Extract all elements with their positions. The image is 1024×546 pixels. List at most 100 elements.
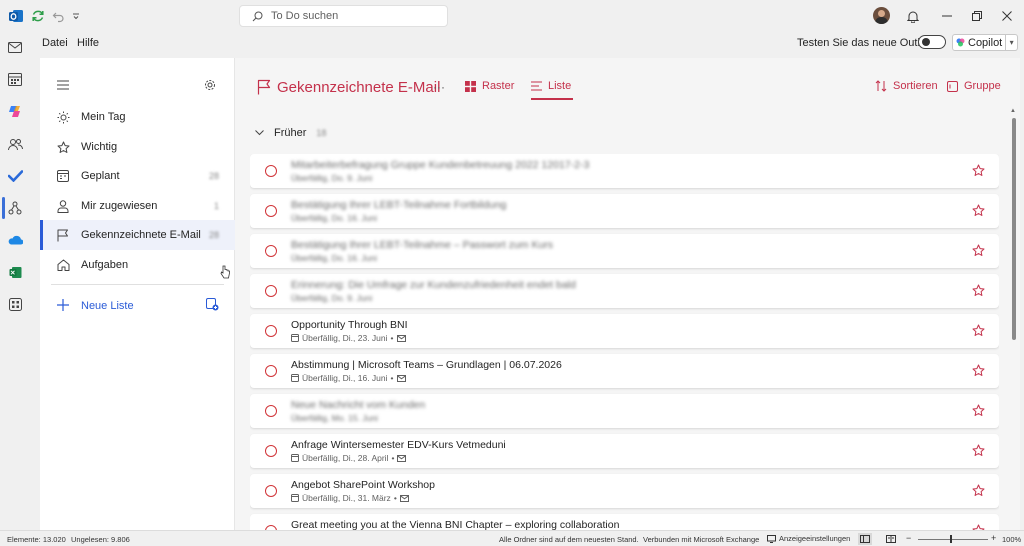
zoom-in-icon[interactable]: + xyxy=(991,533,996,543)
complete-task-checkbox[interactable] xyxy=(265,325,277,337)
outlook-logo-icon xyxy=(8,8,24,24)
task-due: Überfällig, Mo. 15. Juni xyxy=(291,413,378,423)
star-icon[interactable] xyxy=(972,244,985,257)
calendar-app-icon[interactable] xyxy=(7,71,23,87)
sidebar-item-geplant[interactable]: Geplant 28 xyxy=(40,161,235,191)
task-row[interactable]: Anfrage Wintersemester EDV-Kurs Vetmedun… xyxy=(250,434,999,468)
todo-sidebar: Mein Tag Wichtig Geplant 28 Mir zugewies… xyxy=(40,58,235,530)
new-group-icon[interactable] xyxy=(206,298,219,311)
star-icon[interactable] xyxy=(972,364,985,377)
copilot-dropdown-icon[interactable]: ▾ xyxy=(1005,35,1017,50)
zoom-out-icon[interactable]: − xyxy=(906,533,911,543)
copilot-app-icon[interactable] xyxy=(7,103,23,119)
sync-icon[interactable] xyxy=(30,8,46,24)
sidebar-item-mein-tag[interactable]: Mein Tag xyxy=(40,102,235,132)
complete-task-checkbox[interactable] xyxy=(265,245,277,257)
complete-task-checkbox[interactable] xyxy=(265,285,277,297)
list-flag-icon xyxy=(257,79,271,95)
more-options-button[interactable]: ··· xyxy=(433,80,445,94)
mail-icon[interactable] xyxy=(7,39,23,55)
quick-access-dropdown-icon[interactable] xyxy=(68,8,84,24)
settings-gear-icon[interactable] xyxy=(204,79,216,91)
new-outlook-toggle[interactable] xyxy=(918,35,946,49)
close-icon[interactable] xyxy=(1000,9,1014,23)
task-meta: Überfällig, Di., 31. März • xyxy=(291,493,409,503)
sidebar-item-aufgaben[interactable]: Aufgaben xyxy=(40,250,235,280)
complete-task-checkbox[interactable] xyxy=(265,445,277,457)
task-row[interactable]: Abstimmung | Microsoft Teams – Grundlage… xyxy=(250,354,999,388)
group-header-frueher[interactable]: Früher 18 xyxy=(255,127,326,139)
star-icon[interactable] xyxy=(972,484,985,497)
display-settings-button[interactable]: Anzeigeeinstellungen xyxy=(767,534,850,543)
sort-button[interactable]: Sortieren xyxy=(875,80,938,92)
star-icon[interactable] xyxy=(972,444,985,457)
search-input[interactable]: To Do suchen xyxy=(239,5,448,27)
task-meta: Überfällig, Di., 16. Juni • xyxy=(291,373,406,383)
complete-task-checkbox[interactable] xyxy=(265,485,277,497)
star-icon[interactable] xyxy=(972,164,985,177)
task-row[interactable]: Angebot SharePoint Workshop Überfällig, … xyxy=(250,474,999,508)
more-apps-icon[interactable] xyxy=(7,296,23,312)
hamburger-menu-icon[interactable] xyxy=(57,80,69,90)
menu-hilfe[interactable]: Hilfe xyxy=(77,37,99,49)
org-chart-icon[interactable] xyxy=(7,200,23,216)
todo-check-icon[interactable] xyxy=(7,168,23,184)
new-list-button[interactable]: Neue Liste xyxy=(40,296,235,316)
task-row[interactable]: Opportunity Through BNI Überfällig, Di.,… xyxy=(250,314,999,348)
sidebar-item-count: 28 xyxy=(208,171,219,181)
list-view-button[interactable]: Liste xyxy=(531,80,571,92)
grid-view-button[interactable]: Raster xyxy=(465,80,514,92)
avatar[interactable] xyxy=(873,7,890,24)
mail-icon xyxy=(396,374,406,382)
notifications-bell-icon[interactable] xyxy=(906,9,920,23)
task-row[interactable]: Great meeting you at the Vienna BNI Chap… xyxy=(250,514,999,530)
copilot-button[interactable]: Copilot ▾ xyxy=(952,34,1018,51)
calendar-icon xyxy=(56,169,70,183)
star-icon[interactable] xyxy=(972,324,985,337)
reading-view-icon[interactable] xyxy=(884,533,898,545)
sort-label: Sortieren xyxy=(893,80,938,92)
onedrive-icon[interactable] xyxy=(7,232,23,248)
grid-icon xyxy=(465,80,476,92)
star-icon[interactable] xyxy=(972,404,985,417)
normal-view-icon[interactable] xyxy=(858,533,872,545)
sidebar-item-mir-zugewiesen[interactable]: Mir zugewiesen 1 xyxy=(40,191,235,221)
group-button[interactable]: Gruppe xyxy=(947,80,1001,92)
complete-task-checkbox[interactable] xyxy=(265,365,277,377)
undo-icon[interactable] xyxy=(50,8,66,24)
complete-task-checkbox[interactable] xyxy=(265,205,277,217)
scroll-up-arrow-icon[interactable]: ▲ xyxy=(1010,108,1016,114)
status-unread: Ungelesen: 9.806 xyxy=(71,535,130,544)
restore-icon[interactable] xyxy=(970,9,984,23)
new-list-label: Neue Liste xyxy=(81,300,134,312)
person-icon xyxy=(56,199,70,213)
sidebar-item-count: 28 xyxy=(208,230,219,240)
sidebar-item-label: Mein Tag xyxy=(81,111,126,123)
zoom-slider-thumb[interactable] xyxy=(950,535,952,543)
task-row[interactable]: Erinnerung: Die Umfrage zur Kundenzufrie… xyxy=(250,274,999,308)
people-icon[interactable] xyxy=(7,136,23,152)
zoom-slider[interactable] xyxy=(918,539,988,540)
task-row[interactable]: Bestätigung Ihrer LEBT-Teilnahme – Passw… xyxy=(250,234,999,268)
group-count: 18 xyxy=(316,128,327,138)
complete-task-checkbox[interactable] xyxy=(265,165,277,177)
complete-task-checkbox[interactable] xyxy=(265,405,277,417)
task-row[interactable]: Mitarbeiterbefragung Gruppe Kundenbetreu… xyxy=(250,154,999,188)
task-row[interactable]: Neue Nachricht vom Kunden Überfällig, Mo… xyxy=(250,394,999,428)
group-label: Gruppe xyxy=(964,80,1001,92)
scrollbar-thumb[interactable] xyxy=(1012,118,1016,340)
sidebar-item-wichtig[interactable]: Wichtig xyxy=(40,132,235,162)
menu-datei[interactable]: Datei xyxy=(42,37,68,49)
task-title: Abstimmung | Microsoft Teams – Grundlage… xyxy=(291,359,562,371)
star-icon[interactable] xyxy=(972,204,985,217)
calendar-icon xyxy=(291,374,299,382)
status-bar: Elemente: 13.020 Ungelesen: 9.806 Alle O… xyxy=(0,530,1024,546)
task-row[interactable]: Bestätigung Ihrer LEBT-Teilnahme Fortbil… xyxy=(250,194,999,228)
minimize-icon[interactable] xyxy=(940,9,954,23)
sidebar-item-gekennzeichnete-email[interactable]: Gekennzeichnete E-Mail 28 xyxy=(40,220,235,250)
mail-icon xyxy=(397,454,407,462)
star-icon[interactable] xyxy=(972,284,985,297)
star-icon xyxy=(56,140,70,154)
task-title: Erinnerung: Die Umfrage zur Kundenzufrie… xyxy=(291,279,576,291)
excel-icon[interactable] xyxy=(7,264,23,280)
